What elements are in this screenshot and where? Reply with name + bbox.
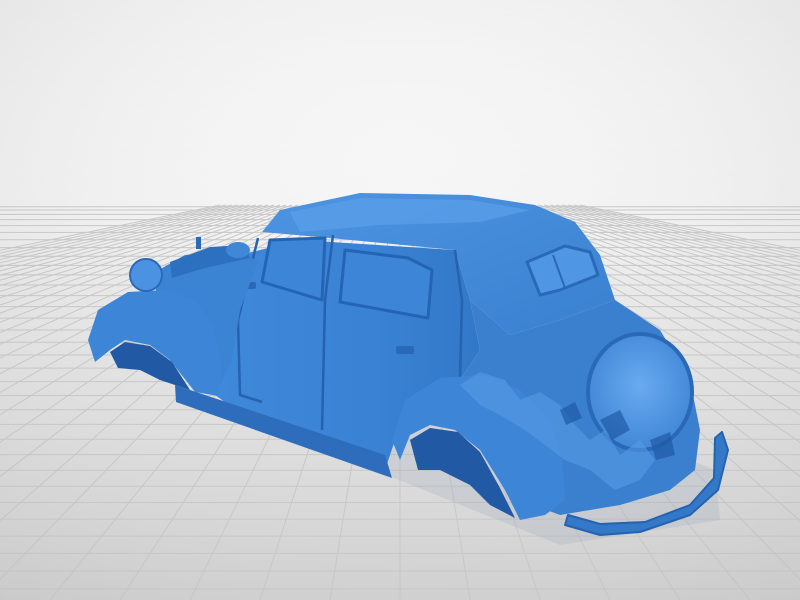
headlight-small <box>226 242 250 258</box>
hood-ornament <box>196 237 201 249</box>
render-canvas <box>0 0 800 600</box>
3d-viewport <box>0 0 800 600</box>
rear-door-handle <box>396 346 414 354</box>
headlight <box>129 258 163 292</box>
